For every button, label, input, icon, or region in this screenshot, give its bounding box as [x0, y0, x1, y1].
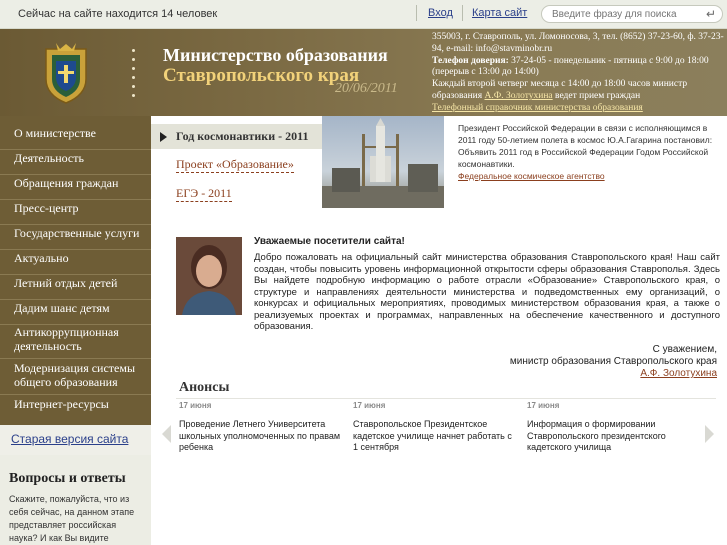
- search-box: ↵: [541, 5, 723, 23]
- sidebar-item-actual[interactable]: Актуально: [0, 251, 151, 275]
- contacts-address: 355003, г. Ставрополь, ул. Ломоносова, 3…: [432, 32, 724, 54]
- hotline-label: Телефон доверия:: [432, 55, 509, 66]
- signature-position: министр образования Ставропольского края: [509, 356, 717, 367]
- welcome-title: Уважаемые посетители сайта!: [254, 236, 405, 247]
- sidebar-item-about[interactable]: О министерстве: [0, 126, 151, 150]
- sidebar-item-chance[interactable]: Дадим шанс детям: [0, 301, 151, 325]
- online-counter: Сейчас на сайте находится 14 человек: [18, 8, 218, 20]
- feature-block: Год космонавтики - 2011 Проект «Образова…: [151, 116, 322, 208]
- old-version-box: Старая версия сайта: [0, 425, 151, 455]
- carousel-next-icon[interactable]: [705, 425, 714, 443]
- announcement-item[interactable]: 17 июня Ставропольское Президентское кад…: [353, 401, 515, 454]
- news-body: Президент Российской Федерации в связи с…: [458, 123, 713, 169]
- sidebar-item-press[interactable]: Пресс-центр: [0, 201, 151, 225]
- old-version-link[interactable]: Старая версия сайта: [11, 432, 128, 446]
- sidebar-item-summer[interactable]: Летний отдых детей: [0, 276, 151, 300]
- phonebook-link[interactable]: Телефонный справочник министерства образ…: [432, 103, 643, 113]
- sidebar-item-internet[interactable]: Интернет-ресурсы: [0, 397, 151, 421]
- site-header: Министерство образования Ставропольского…: [0, 29, 727, 116]
- tab-cosmonautics-label: Год космонавтики - 2011: [176, 129, 309, 143]
- search-submit-icon[interactable]: ↵: [706, 7, 716, 21]
- minister-photo: [176, 237, 242, 315]
- reception-suffix: ведет прием граждан: [552, 90, 641, 101]
- announcement-date: 17 июня: [527, 401, 560, 410]
- welcome-body: Добро пожаловать на официальный сайт мин…: [254, 252, 720, 332]
- login-link[interactable]: Вход: [428, 7, 453, 19]
- qa-title[interactable]: Вопросы и ответы: [9, 471, 126, 487]
- announcement-item[interactable]: 17 июня Информация о формировании Ставро…: [527, 401, 689, 454]
- sidebar-item-modernization[interactable]: Модернизация системы общего образования: [0, 361, 151, 395]
- minister-link[interactable]: А.Ф. Золотухина: [485, 91, 553, 101]
- header-date: 20/06/2011: [335, 81, 398, 96]
- news-text: Президент Российской Федерации в связи с…: [458, 122, 722, 182]
- ege-link[interactable]: ЕГЭ - 2011: [176, 186, 232, 202]
- top-bar: Сейчас на сайте находится 14 человек Вхо…: [0, 0, 727, 29]
- divider: [462, 5, 463, 21]
- announcement-item[interactable]: 17 июня Проведение Летнего Университета …: [179, 401, 341, 454]
- sidebar-item-activity[interactable]: Деятельность: [0, 151, 151, 175]
- announcements-title: Анонсы: [179, 380, 230, 395]
- sidebar-menu: О министерстве Деятельность Обращения гр…: [0, 116, 151, 425]
- arrow-right-icon: [160, 132, 167, 142]
- divider: [416, 5, 417, 21]
- announcement-date: 17 июня: [179, 401, 212, 410]
- coat-of-arms-icon[interactable]: [38, 41, 94, 105]
- announcement-text[interactable]: Информация о формировании Ставропольског…: [527, 419, 689, 454]
- signature-regards: С уважением,: [652, 344, 717, 355]
- project-education-link[interactable]: Проект «Образование»: [176, 157, 294, 173]
- sitemap-link[interactable]: Карта сайт: [472, 7, 527, 19]
- header-contacts: 355003, г. Ставрополь, ул. Ломоносова, 3…: [432, 32, 725, 115]
- sidebar-item-services[interactable]: Государственные услуги: [0, 226, 151, 250]
- qa-block: Вопросы и ответы Скажите, пожалуйста, чт…: [0, 455, 151, 545]
- carousel-prev-icon[interactable]: [162, 425, 171, 443]
- site-title[interactable]: Министерство образования: [163, 45, 388, 66]
- tab-cosmonautics[interactable]: Год космонавтики - 2011: [151, 124, 322, 149]
- header-divider-dots: [132, 49, 136, 97]
- signature-name-link[interactable]: А.Ф. Золотухина: [640, 368, 717, 379]
- rocket-photo: [322, 116, 444, 208]
- qa-text: Скажите, пожалуйста, что из себя сейчас,…: [9, 494, 135, 543]
- search-input[interactable]: [552, 8, 700, 21]
- divider: [176, 398, 716, 399]
- site-subtitle[interactable]: Ставропольского края: [163, 65, 359, 87]
- announcement-date: 17 июня: [353, 401, 386, 410]
- sidebar-item-anticorruption[interactable]: Антикоррупционная деятельность: [0, 325, 151, 359]
- sidebar-item-appeals[interactable]: Обращения граждан: [0, 176, 151, 200]
- announcement-text[interactable]: Проведение Летнего Университета школьных…: [179, 419, 341, 454]
- announcement-text[interactable]: Ставропольское Президентское кадетское у…: [353, 419, 515, 454]
- roscosmos-link[interactable]: Федеральное космическое агентство: [458, 171, 605, 181]
